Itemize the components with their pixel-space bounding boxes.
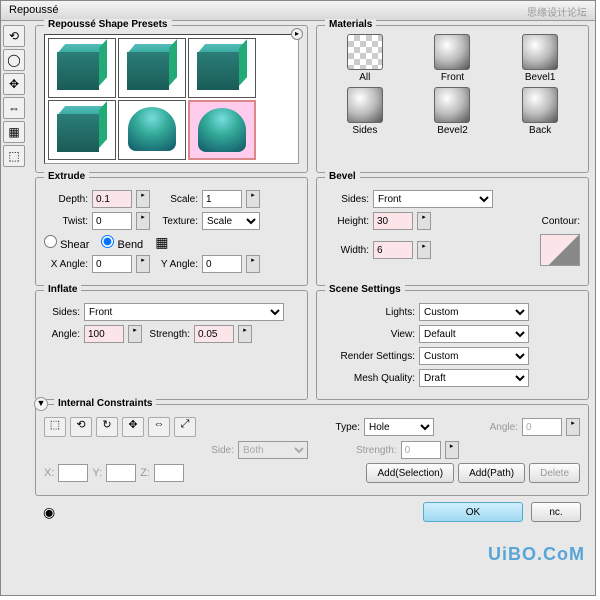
bevel-height-stepper[interactable]: ▸: [417, 212, 431, 230]
yangle-input[interactable]: [202, 255, 242, 273]
ic-tool-1-icon[interactable]: ⬚: [44, 417, 66, 437]
inflate-legend: Inflate: [44, 284, 81, 295]
scale-tool-icon[interactable]: ▦: [3, 121, 25, 143]
bend-radio[interactable]: Bend: [101, 235, 143, 251]
inflate-strength-stepper[interactable]: ▸: [238, 325, 252, 343]
ic-angle-stepper: ▸: [566, 418, 580, 436]
bevel-group: Bevel Sides: Front Height: ▸ Contour: Wi…: [316, 177, 589, 286]
scale-input[interactable]: [202, 190, 242, 208]
ic-side-select: Both: [238, 441, 308, 459]
scene-group: Scene Settings Lights:Custom View:Defaul…: [316, 290, 589, 400]
watermark-text: 思缘设计论坛: [527, 4, 587, 17]
ic-strength-stepper: ▸: [445, 441, 459, 459]
inflate-group: Inflate Sides: Front Angle: ▸ Strength: …: [35, 290, 308, 400]
home-tool-icon[interactable]: ⬚: [3, 145, 25, 167]
roll-tool-icon[interactable]: ◯: [3, 49, 25, 71]
depth-stepper[interactable]: ▸: [136, 190, 150, 208]
origin-grid-icon[interactable]: ▦: [155, 234, 168, 251]
render-select[interactable]: Custom: [419, 347, 529, 365]
extrude-legend: Extrude: [44, 171, 89, 182]
repousse-dialog: Repoussé 思缘设计论坛 ⟲ ◯ ✥ ⇔ ▦ ⬚ Repoussé Sha…: [0, 0, 596, 596]
rotate-tool-icon[interactable]: ⟲: [3, 25, 25, 47]
nc-button[interactable]: nc.: [531, 502, 581, 522]
ic-x-input: [58, 464, 88, 482]
presets-legend: Repoussé Shape Presets: [44, 19, 172, 30]
preset-6-selected[interactable]: [188, 100, 256, 160]
scene-legend: Scene Settings: [325, 284, 405, 295]
main-panel: Repoussé Shape Presets ▸ Materials All F…: [29, 21, 595, 595]
inflate-sides-select[interactable]: Front: [84, 303, 284, 321]
add-selection-button[interactable]: Add(Selection): [366, 463, 454, 483]
inflate-strength-input[interactable]: [194, 325, 234, 343]
preset-grid: [44, 34, 299, 164]
view-select[interactable]: Default: [419, 325, 529, 343]
xangle-input[interactable]: [92, 255, 132, 273]
preset-3[interactable]: [188, 38, 256, 98]
mesh-select[interactable]: Draft: [419, 369, 529, 387]
titlebar: Repoussé 思缘设计论坛: [1, 1, 595, 21]
depth-input[interactable]: [92, 190, 132, 208]
slide-tool-icon[interactable]: ⇔: [3, 97, 25, 119]
constraints-legend: Internal Constraints: [54, 398, 156, 409]
bevel-height-input[interactable]: [373, 212, 413, 230]
inflate-angle-stepper[interactable]: ▸: [128, 325, 142, 343]
material-front[interactable]: [434, 34, 470, 70]
texture-select[interactable]: Scale: [202, 212, 260, 230]
dialog-title: Repoussé: [9, 4, 59, 17]
contour-picker[interactable]: [540, 234, 580, 266]
content: ⟲ ◯ ✥ ⇔ ▦ ⬚ Repoussé Shape Presets ▸: [1, 21, 595, 595]
xangle-stepper[interactable]: ▸: [136, 255, 150, 273]
constraints-group: ▼ Internal Constraints ⬚ ⟲ ↻ ✥ ⇔ ⤢ Type:…: [35, 404, 589, 496]
bevel-sides-select[interactable]: Front: [373, 190, 493, 208]
materials-grid: All Front Bevel1 Sides Bevel2 Back: [325, 34, 580, 136]
ic-tool-2-icon[interactable]: ⟲: [70, 417, 92, 437]
bevel-width-stepper[interactable]: ▸: [417, 241, 431, 259]
ic-tool-3-icon[interactable]: ↻: [96, 417, 118, 437]
constraints-toggle-icon[interactable]: ▼: [34, 397, 48, 411]
ic-type-select[interactable]: Hole: [364, 418, 434, 436]
lights-select[interactable]: Custom: [419, 303, 529, 321]
add-path-button[interactable]: Add(Path): [458, 463, 525, 483]
bottom-bar: ◉ OK nc.: [35, 500, 589, 524]
ic-strength-input: [401, 441, 441, 459]
material-bevel2[interactable]: [434, 87, 470, 123]
bevel-width-input[interactable]: [373, 241, 413, 259]
ic-tool-6-icon[interactable]: ⤢: [174, 417, 196, 437]
ic-tool-4-icon[interactable]: ✥: [122, 417, 144, 437]
preset-2[interactable]: [118, 38, 186, 98]
left-toolbar: ⟲ ◯ ✥ ⇔ ▦ ⬚: [1, 21, 29, 595]
ok-button[interactable]: OK: [423, 502, 523, 522]
eye-icon[interactable]: ◉: [43, 504, 55, 521]
ic-z-input: [154, 464, 184, 482]
presets-flyout-icon[interactable]: ▸: [291, 28, 303, 40]
delete-button[interactable]: Delete: [529, 463, 580, 483]
shape-presets-group: Repoussé Shape Presets ▸: [35, 25, 308, 173]
twist-input[interactable]: [92, 212, 132, 230]
material-bevel1[interactable]: [522, 34, 558, 70]
twist-stepper[interactable]: ▸: [136, 212, 150, 230]
preset-4[interactable]: [48, 100, 116, 160]
bevel-legend: Bevel: [325, 171, 360, 182]
materials-legend: Materials: [325, 19, 376, 30]
preset-1[interactable]: [48, 38, 116, 98]
ic-angle-input: [522, 418, 562, 436]
material-back[interactable]: [522, 87, 558, 123]
pan-tool-icon[interactable]: ✥: [3, 73, 25, 95]
extrude-group: Extrude Depth: ▸ Scale: ▸ Twist: ▸ Textu…: [35, 177, 308, 286]
material-all[interactable]: [347, 34, 383, 70]
ic-y-input: [106, 464, 136, 482]
scale-stepper[interactable]: ▸: [246, 190, 260, 208]
shear-radio[interactable]: Shear: [44, 235, 89, 251]
materials-group: Materials All Front Bevel1 Sides Bevel2 …: [316, 25, 589, 173]
preset-5[interactable]: [118, 100, 186, 160]
yangle-stepper[interactable]: ▸: [246, 255, 260, 273]
inflate-angle-input[interactable]: [84, 325, 124, 343]
material-sides[interactable]: [347, 87, 383, 123]
watermark-brand: UiBO.CoM: [488, 544, 585, 565]
ic-tool-5-icon[interactable]: ⇔: [148, 417, 170, 437]
